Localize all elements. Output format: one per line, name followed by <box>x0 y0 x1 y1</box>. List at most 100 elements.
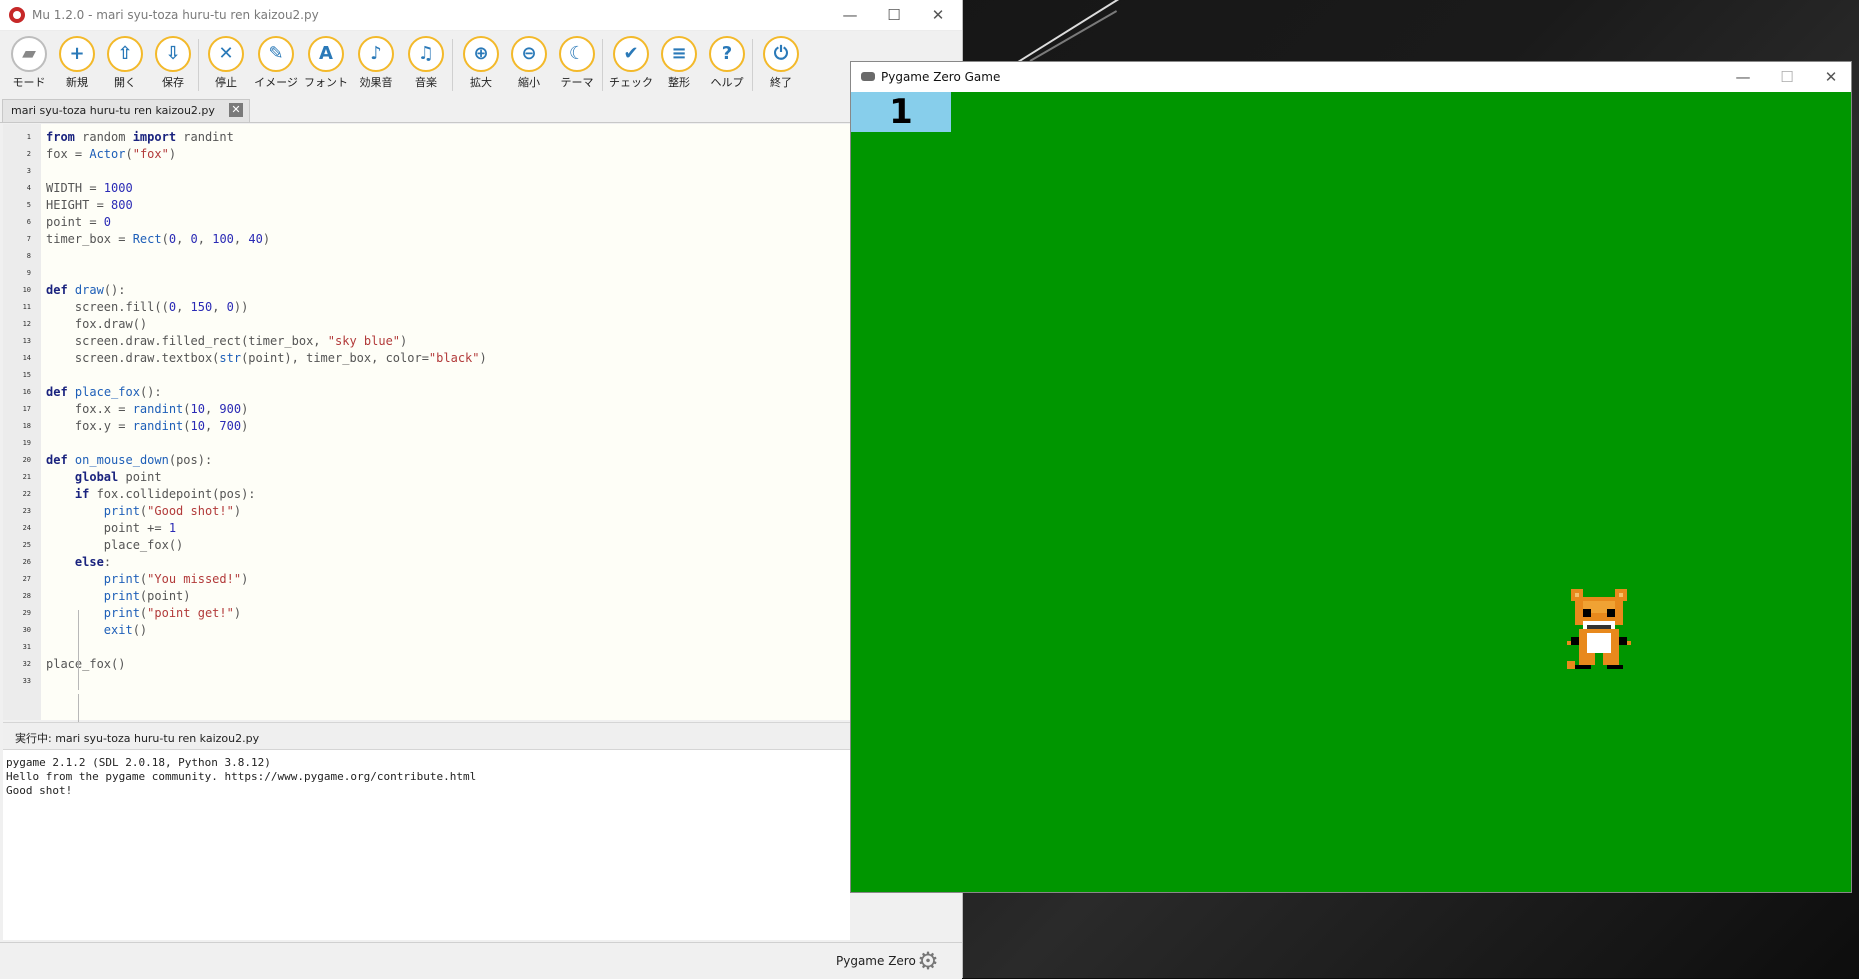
line-number: 18 <box>22 422 31 430</box>
code-line: point += 1 <box>46 521 177 535</box>
code-line: from random import randint <box>46 130 234 144</box>
toolbar-button-zoom-out[interactable]: ⊖ 縮小 <box>506 36 552 90</box>
toolbar-button-plus[interactable]: + 新規 <box>54 36 100 90</box>
pygame-window-title: Pygame Zero Game <box>881 70 1001 84</box>
line-number: 31 <box>22 643 31 651</box>
line-number: 23 <box>22 507 31 515</box>
code-line: else: <box>74 555 112 569</box>
console-line: Hello from the pygame community. https:/… <box>6 770 477 783</box>
editor-tab-label: mari syu-toza huru-tu ren kaizou2.py <box>11 104 215 117</box>
toolbar-button-mode[interactable]: ▰ モード <box>6 36 52 90</box>
pygame-title-bar[interactable]: Pygame Zero Game — ☐ ✕ <box>851 62 1851 92</box>
toolbar-button-speaker[interactable]: ♪ 効果音 <box>353 36 399 90</box>
toolbar-separator <box>752 39 753 91</box>
toolbar-button-label: 終了 <box>770 76 792 89</box>
pygame-maximize-button[interactable]: ☐ <box>1767 66 1807 88</box>
code-editor[interactable]: 1 2 3 4 5 6 7 8 9 10 11 12 13 14 15 16 17 18 19 20 21 22 23 24 2… <box>3 124 850 762</box>
status-bar: Pygame Zero ⚙ <box>0 942 962 979</box>
toolbar-button-help[interactable]: ? ヘルプ <box>704 36 750 90</box>
font-icon: A <box>308 36 344 72</box>
toolbar-button-stop[interactable]: ✕ 停止 <box>203 36 249 90</box>
toolbar-button-label: 音楽 <box>415 76 437 89</box>
zoom-out-icon: ⊖ <box>511 36 547 72</box>
code-line: fox = Actor("fox") <box>46 147 177 161</box>
toolbar-button-power[interactable]: ⏻ 終了 <box>758 36 804 90</box>
music-icon: ♫ <box>408 36 444 72</box>
toolbar-button-brush[interactable]: ✎ イメージ <box>253 36 299 90</box>
zoom-in-icon: ⊕ <box>463 36 499 72</box>
line-number: 33 <box>22 677 31 685</box>
maximize-button[interactable]: ☐ <box>874 4 914 26</box>
line-number: 19 <box>22 439 31 447</box>
toolbar-button-download[interactable]: ⇩ 保存 <box>150 36 196 90</box>
toolbar-button-upload[interactable]: ⇧ 開く <box>102 36 148 90</box>
line-number: 27 <box>22 575 31 583</box>
desktop-streak <box>1009 0 1121 68</box>
pygame-minimize-button[interactable]: — <box>1723 66 1763 88</box>
code-line: screen.draw.filled_rect(timer_box, "sky … <box>46 334 408 348</box>
line-number: 1 <box>26 133 31 141</box>
pygame-window: Pygame Zero Game — ☐ ✕ 1 <box>850 61 1852 893</box>
line-number: 12 <box>22 320 31 328</box>
line-number: 2 <box>26 150 31 158</box>
mu-window-title: Mu 1.2.0 - mari syu-toza huru-tu ren kai… <box>32 8 319 22</box>
code-line: print("You missed!") <box>103 572 249 586</box>
toolbar-button-label: 効果音 <box>359 76 393 89</box>
line-number: 30 <box>22 626 31 634</box>
line-number: 16 <box>22 388 31 396</box>
mu-title-bar[interactable]: Mu 1.2.0 - mari syu-toza huru-tu ren kai… <box>0 0 962 31</box>
toolbar-button-label: チェック <box>609 76 653 89</box>
editor-tab[interactable]: mari syu-toza huru-tu ren kaizou2.py ✕ <box>2 99 250 122</box>
toolbar-button-thumbs-up[interactable]: ✔ チェック <box>608 36 654 90</box>
toolbar: ▰ モード + 新規 ⇧ 開く ⇩ 保存 ✕ 停止 ✎ イメージ A フォント ♪ 効果音 ♫ 音楽 ⊕ 拡大 ⊖ 縮小 ☾… <box>0 31 962 97</box>
mu-editor-window: Mu 1.2.0 - mari syu-toza huru-tu ren kai… <box>0 0 963 979</box>
line-number: 8 <box>26 252 31 260</box>
stop-icon: ✕ <box>208 36 244 72</box>
line-number: 10 <box>22 286 31 294</box>
toolbar-button-moon[interactable]: ☾ テーマ <box>554 36 600 90</box>
fox-sprite[interactable] <box>1567 589 1631 673</box>
help-icon: ? <box>709 36 745 72</box>
game-canvas[interactable]: 1 <box>851 92 1851 892</box>
code-line: def draw(): <box>46 283 126 297</box>
line-number: 20 <box>22 456 31 464</box>
toolbar-button-font[interactable]: A フォント <box>303 36 349 90</box>
thumbs-up-icon: ✔ <box>613 36 649 72</box>
tab-close-icon[interactable]: ✕ <box>229 103 243 117</box>
toolbar-button-label: モード <box>12 76 46 89</box>
gear-icon[interactable]: ⚙ <box>916 949 940 973</box>
pygame-close-button[interactable]: ✕ <box>1811 66 1851 88</box>
minimize-button[interactable]: — <box>830 4 870 26</box>
line-number: 5 <box>26 201 31 209</box>
toolbar-button-music[interactable]: ♫ 音楽 <box>403 36 449 90</box>
code-line: fox.y = randint(10, 700) <box>46 419 249 433</box>
toolbar-button-label: 保存 <box>162 76 184 89</box>
upload-icon: ⇧ <box>107 36 143 72</box>
line-number: 24 <box>22 524 31 532</box>
toolbar-button-label: テーマ <box>560 76 594 89</box>
toolbar-button-zoom-in[interactable]: ⊕ 拡大 <box>458 36 504 90</box>
toolbar-button-label: フォント <box>304 76 348 89</box>
line-number: 3 <box>26 167 31 175</box>
brush-icon: ✎ <box>258 36 294 72</box>
code-line: timer_box = Rect(0, 0, 100, 40) <box>46 232 271 246</box>
close-button[interactable]: ✕ <box>918 4 958 26</box>
line-number: 28 <box>22 592 31 600</box>
output-console[interactable]: pygame 2.1.2 (SDL 2.0.18, Python 3.8.12)… <box>3 750 850 940</box>
code-line: def place_fox(): <box>46 385 162 399</box>
code-line: point = 0 <box>46 215 112 229</box>
line-number: 7 <box>26 235 31 243</box>
line-number: 25 <box>22 541 31 549</box>
toolbar-button-lines[interactable]: ≡ 整形 <box>656 36 702 90</box>
toolbar-button-label: 停止 <box>215 76 237 89</box>
code-line: if fox.collidepoint(pos): <box>74 487 256 501</box>
code-line: print("Good shot!") <box>103 504 242 518</box>
mode-indicator[interactable]: Pygame Zero <box>836 954 916 968</box>
code-line: fox.draw() <box>46 317 148 331</box>
code-line: print("point get!") <box>103 606 242 620</box>
code-line: def on_mouse_down(pos): <box>46 453 213 467</box>
lines-icon: ≡ <box>661 36 697 72</box>
code-line: global point <box>74 470 162 484</box>
tab-bar: mari syu-toza huru-tu ren kaizou2.py ✕ <box>0 98 850 123</box>
score-box: 1 <box>851 92 951 132</box>
